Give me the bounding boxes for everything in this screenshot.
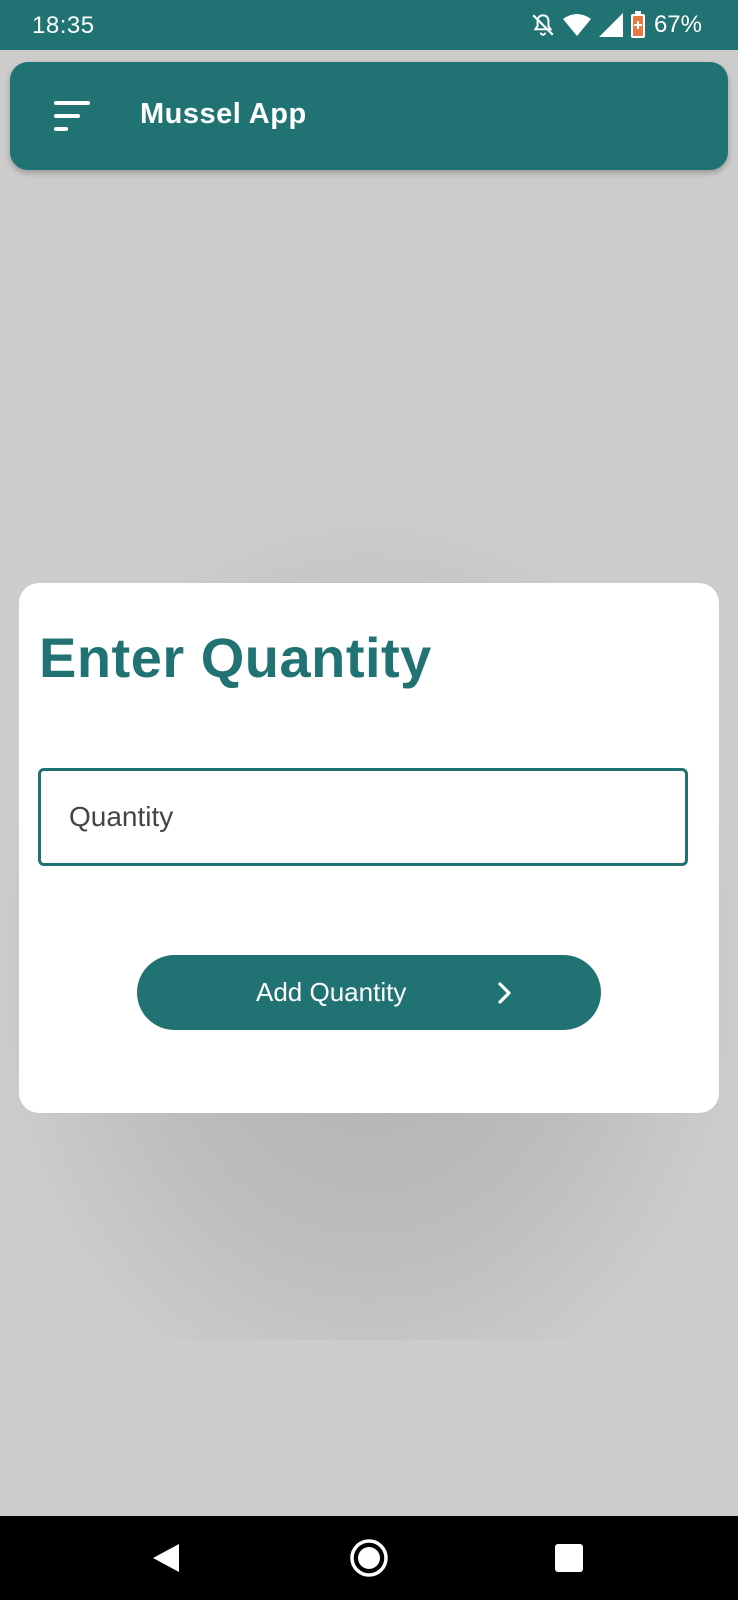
- status-time: 18:35: [32, 12, 95, 39]
- battery-saver-icon: [630, 11, 646, 39]
- add-quantity-button-label: Add Quantity: [256, 977, 407, 1007]
- chevron-right-icon: [495, 981, 515, 1012]
- wifi-icon: [562, 13, 592, 37]
- recents-icon[interactable]: [547, 1536, 591, 1580]
- back-icon[interactable]: [144, 1536, 188, 1580]
- signal-icon: [598, 12, 624, 38]
- system-nav-bar: [0, 1516, 738, 1600]
- status-icons: 67%: [530, 10, 702, 40]
- status-bar: 18:35 67%: [0, 0, 738, 50]
- home-icon[interactable]: [347, 1536, 391, 1580]
- quantity-input[interactable]: [38, 768, 688, 866]
- sort-menu-icon[interactable]: [52, 98, 92, 134]
- notifications-off-icon: [530, 12, 556, 38]
- app-bar: Mussel App: [10, 62, 728, 170]
- add-quantity-button[interactable]: Add Quantity: [137, 955, 601, 1030]
- battery-percent: 67%: [653, 11, 702, 38]
- app-title: Mussel App: [140, 98, 307, 130]
- dialog-title: Enter Quantity: [39, 626, 432, 689]
- enter-quantity-dialog: Enter Quantity Add Quantity: [19, 583, 719, 1113]
